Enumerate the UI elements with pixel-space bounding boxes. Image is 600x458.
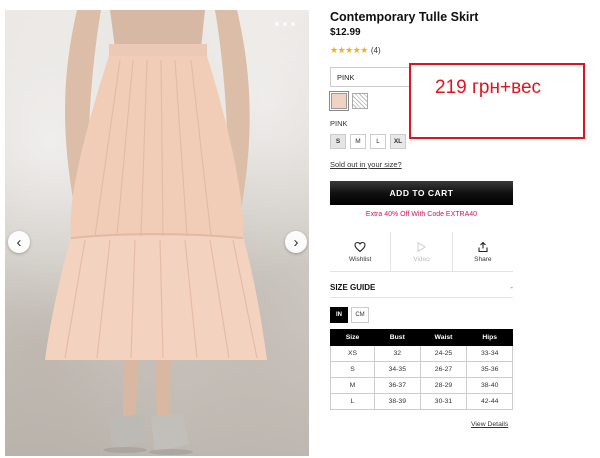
- color-swatches: [329, 91, 368, 111]
- chevron-left-icon: ‹: [16, 233, 22, 251]
- color-select-value: PINK: [337, 72, 355, 82]
- unit-centimeters[interactable]: CM: [351, 307, 369, 323]
- sold-out-link[interactable]: Sold out in your size?: [330, 160, 402, 169]
- column-header: Hips: [466, 329, 513, 346]
- table-cell: 42-44: [466, 393, 513, 410]
- product-actions: Wishlist Video Share: [330, 232, 513, 272]
- column-header: Waist: [419, 329, 468, 346]
- product-title: Contemporary Tulle Skirt: [330, 10, 479, 24]
- review-count[interactable]: (4): [371, 46, 381, 55]
- share-button[interactable]: Share: [451, 232, 513, 271]
- table-header-row: Size Bust Waist Hips: [330, 329, 513, 346]
- table-row: XS 32 24-25 33-34: [330, 345, 513, 362]
- product-price: $12.99: [330, 27, 361, 38]
- share-label: Share: [474, 255, 492, 263]
- table-cell: 38-39: [374, 393, 421, 410]
- table-cell: 38-40: [466, 377, 513, 394]
- size-option-xl[interactable]: XL: [390, 134, 406, 149]
- column-header: Size: [330, 329, 375, 346]
- divider: [330, 297, 513, 298]
- table-cell: 28-29: [419, 377, 468, 394]
- promo-text: Extra 40% Off With Code EXTRA40: [365, 211, 478, 218]
- column-header: Bust: [374, 329, 421, 346]
- unit-inches[interactable]: IN: [330, 307, 348, 323]
- wishlist-label: Wishlist: [348, 255, 372, 263]
- collapse-icon[interactable]: -: [510, 283, 513, 292]
- view-details-link[interactable]: View Details: [471, 421, 508, 428]
- swatch-pink[interactable]: [329, 91, 349, 111]
- table-cell: 30-31: [419, 393, 468, 410]
- model-with-skirt-illustration: [45, 10, 267, 455]
- table-cell: 34-35: [374, 361, 421, 378]
- table-cell: S: [330, 361, 375, 378]
- size-option-l[interactable]: L: [370, 134, 386, 149]
- next-image-button[interactable]: ›: [285, 231, 307, 253]
- table-cell: 36-37: [374, 377, 421, 394]
- table-cell: XS: [330, 345, 375, 362]
- chevron-right-icon: ›: [293, 233, 299, 251]
- size-selector: S M L XL: [330, 134, 406, 149]
- previous-image-button[interactable]: ‹: [8, 231, 30, 253]
- size-option-s[interactable]: S: [330, 134, 346, 149]
- size-guide-title: SIZE GUIDE: [330, 283, 376, 292]
- size-guide-header[interactable]: SIZE GUIDE -: [330, 283, 513, 292]
- table-cell: 24-25: [419, 345, 468, 362]
- table-row: S 34-35 26-27 35-36: [330, 361, 513, 378]
- price-annotation-box: 219 грн+вес: [409, 63, 585, 139]
- gallery-dots[interactable]: [275, 22, 295, 26]
- table-row: L 38-39 30-31 42-44: [330, 393, 513, 410]
- share-icon: [478, 241, 488, 252]
- rating[interactable]: ★★★★★ (4): [330, 45, 381, 56]
- selected-color-label: PINK: [330, 119, 348, 128]
- table-cell: 26-27: [419, 361, 468, 378]
- product-image[interactable]: [5, 10, 309, 456]
- table-cell: 35-36: [466, 361, 513, 378]
- swatch-unavailable[interactable]: [352, 93, 368, 109]
- size-guide-table: Size Bust Waist Hips XS 32 24-25 33-34 S…: [330, 329, 513, 410]
- table-cell: 33-34: [466, 345, 513, 362]
- size-option-m[interactable]: M: [350, 134, 366, 149]
- video-button[interactable]: Video: [390, 232, 451, 271]
- table-row: M 36-37 28-29 38-40: [330, 377, 513, 394]
- price-annotation-text: 219 грн+вес: [435, 77, 542, 98]
- video-label: Video: [413, 255, 430, 263]
- heart-icon: [354, 241, 366, 252]
- play-icon: [417, 241, 427, 252]
- table-cell: 32: [374, 345, 421, 362]
- unit-toggle: IN CM: [330, 307, 369, 323]
- table-cell: L: [330, 393, 375, 410]
- table-cell: M: [330, 377, 375, 394]
- add-to-cart-button[interactable]: ADD TO CART: [330, 181, 513, 205]
- star-rating-icon: ★★★★★: [330, 45, 368, 55]
- wishlist-button[interactable]: Wishlist: [330, 232, 390, 271]
